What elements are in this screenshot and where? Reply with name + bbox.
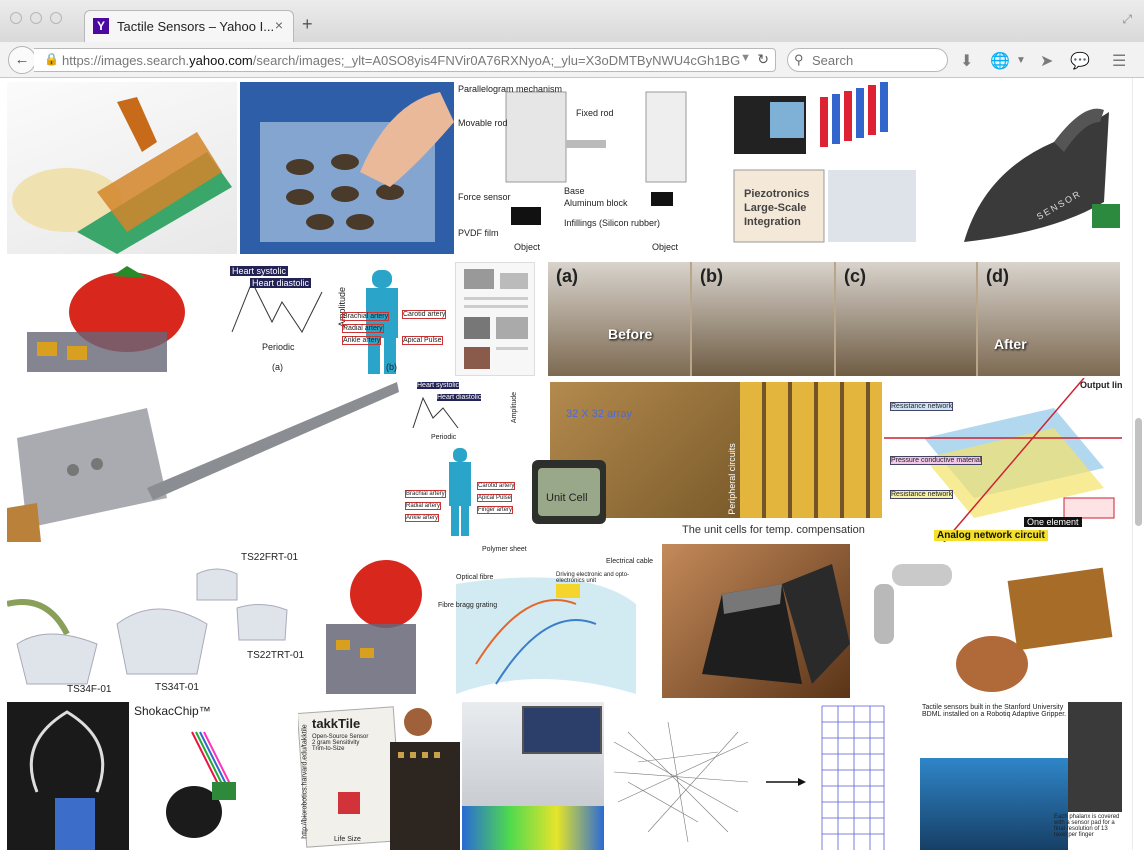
url-dropdown-icon[interactable]: ▼	[740, 52, 751, 64]
gripper-photo	[920, 758, 1068, 850]
url-text: https://images.search.yahoo.com/search/i…	[62, 53, 741, 68]
image-result-robotiq-gripper[interactable]: Tactile sensors built in the Stanford Un…	[918, 702, 1122, 850]
menu-icon[interactable]: ☰	[1112, 51, 1126, 71]
image-result-pulse-diagram[interactable]: Heart systolic Heart diastolic Periodic …	[222, 262, 450, 376]
fullscreen-icon[interactable]: ⤢	[1122, 12, 1132, 27]
shokacchip-drawing	[166, 731, 236, 838]
image-result-robot-tomato-2[interactable]	[316, 544, 434, 698]
image-results-grid: Parallelogram mechanism Movable rod Fixe…	[0, 78, 1132, 850]
image-result-sensor-array[interactable]: 32 X 32 array Unit Cell The unit cells f…	[526, 378, 882, 542]
image-result-shokacchip[interactable]: ShokacChip™	[132, 702, 288, 850]
fibre-sheet-drawing	[456, 577, 636, 694]
image-result-pulse-figure-small[interactable]: Heart systolic Heart diastolic Periodic …	[403, 378, 523, 542]
lock-icon: 🔒	[44, 52, 59, 66]
image-result-robot-tomato[interactable]	[7, 262, 213, 376]
robot-tomato-drawing	[27, 266, 185, 372]
reload-icon[interactable]: ↻	[757, 51, 769, 68]
robot-arm-chip-drawing	[874, 564, 1113, 692]
image-result-robot-finger[interactable]	[662, 544, 850, 698]
globe-dropdown-icon[interactable]: ▼	[1016, 55, 1026, 66]
vertical-scrollbar[interactable]	[1132, 78, 1144, 850]
array-closeup	[740, 382, 882, 518]
close-window-button[interactable]	[10, 12, 22, 24]
image-result-paper-page[interactable]	[455, 262, 535, 376]
navigation-bar: ← 🔒 https://images.search.yahoo.com/sear…	[0, 42, 1144, 78]
search-box[interactable]: ⚲	[787, 48, 948, 72]
phalanx-photo	[1068, 702, 1122, 812]
wired-sensor-drawing	[29, 710, 105, 850]
image-result-finger-sensor[interactable]	[7, 82, 237, 254]
image-result-takktile[interactable]: takkTile Open-Source Sensor 2 gram Sensi…	[298, 702, 460, 850]
network-graph-drawing	[613, 705, 885, 850]
image-result-sensor-grid[interactable]	[240, 82, 454, 254]
image-result-network-graph[interactable]	[608, 702, 912, 850]
yahoo-favicon-icon: Y	[93, 18, 109, 34]
url-bar[interactable]: 🔒 https://images.search.yahoo.com/search…	[34, 48, 776, 72]
download-icon[interactable]: ⬇	[960, 51, 973, 71]
title-bar: Y Tactile Sensors – Yahoo I... × + ⤢	[0, 0, 1144, 42]
chat-icon[interactable]: 💬	[1070, 51, 1090, 71]
browser-tab[interactable]: Y Tactile Sensors – Yahoo I... ×	[84, 10, 294, 42]
image-result-fibre-sheet[interactable]: Polymer sheet Electrical cable Optical f…	[436, 544, 658, 698]
piezotronics-drawing	[733, 82, 916, 243]
image-result-wired-sensor[interactable]	[7, 702, 129, 850]
micro-switch-drawing	[7, 382, 399, 542]
image-result-micro-switch[interactable]	[7, 378, 399, 542]
bed-monitor-screen	[522, 706, 602, 754]
finger-sensor-drawing	[12, 97, 232, 254]
image-result-parallelogram-figure[interactable]: Parallelogram mechanism Movable rod Fixe…	[456, 82, 728, 254]
new-tab-button[interactable]: +	[302, 14, 313, 35]
ts-sensors-drawing	[7, 568, 288, 685]
send-icon[interactable]: ➤	[1040, 51, 1053, 71]
scrollbar-thumb[interactable]	[1135, 418, 1142, 526]
minimize-window-button[interactable]	[30, 12, 42, 24]
tab-title: Tactile Sensors – Yahoo I...	[117, 19, 275, 34]
globe-icon[interactable]: 🌐	[990, 51, 1010, 71]
robot-tomato-2-drawing	[326, 560, 422, 694]
back-button[interactable]: ←	[8, 46, 36, 74]
image-result-ts-sensors[interactable]: TS22FRT-01 TS22TRT-01 TS34F-01 TS34T-01	[7, 544, 313, 698]
sensor-grid-drawing	[260, 92, 454, 242]
search-icon: ⚲	[794, 52, 804, 67]
iron-drawing	[964, 108, 1120, 242]
search-input[interactable]	[810, 52, 944, 69]
pressure-heatmap	[462, 806, 604, 850]
image-result-piezotronics[interactable]: Piezotronics Large-Scale Integration	[730, 82, 942, 254]
tab-close-icon[interactable]: ×	[275, 17, 283, 33]
robot-finger-drawing	[702, 564, 850, 684]
image-result-sensor-iron[interactable]: SENSOR	[944, 82, 1122, 254]
image-result-glove-sequence[interactable]: (a) (b) (c) (d) Before After	[548, 262, 1120, 376]
paper-page-drawing	[464, 269, 528, 369]
image-result-robot-arm-chip[interactable]	[862, 544, 1120, 698]
image-result-bed-monitor[interactable]	[462, 702, 604, 850]
zoom-window-button[interactable]	[50, 12, 62, 24]
image-result-analog-network[interactable]: Resistance network Pressure conductive m…	[884, 378, 1122, 542]
